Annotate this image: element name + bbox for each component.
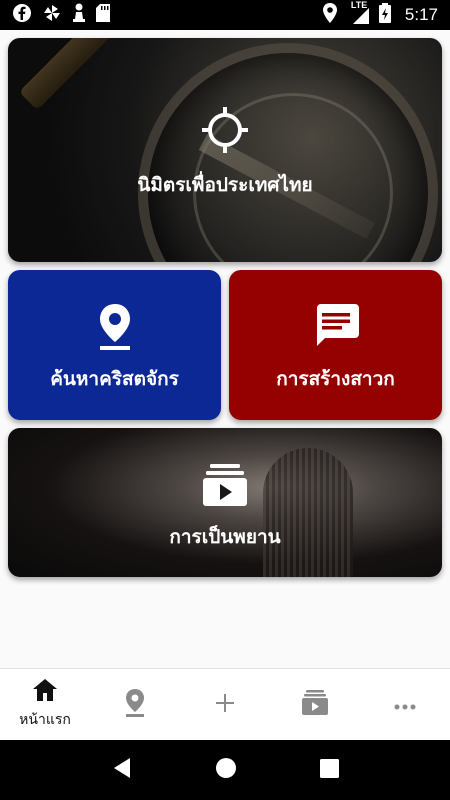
discipleship-card[interactable]: การสร้างสาวก <box>229 270 442 420</box>
status-right: LTE 5:17 <box>322 0 438 27</box>
facebook-icon <box>12 3 32 27</box>
discipleship-label: การสร้างสาวก <box>276 368 395 390</box>
find-church-label: ค้นหาคริสตจักร <box>50 368 179 390</box>
back-icon[interactable] <box>112 757 132 783</box>
witnessing-label: การเป็นพยาน <box>169 526 281 548</box>
vision-thailand-card[interactable]: นิมิตรเพื่อประเทศไทย <box>8 38 442 262</box>
nav-home-label: หน้าแรก <box>19 711 71 728</box>
nav-find-church[interactable] <box>90 669 180 740</box>
chess-pawn-icon <box>72 3 86 27</box>
map-pin-icon <box>125 688 145 721</box>
vision-thailand-label: นิมิตรเพื่อประเทศไทย <box>137 174 313 196</box>
message-icon <box>313 304 359 352</box>
bottom-navigation: หน้าแรก <box>0 668 450 740</box>
pinwheel-icon <box>42 3 62 27</box>
status-left <box>12 3 110 27</box>
clock-time: 5:17 <box>404 5 438 24</box>
home-circle-icon[interactable] <box>215 757 237 783</box>
nav-more[interactable] <box>360 669 450 740</box>
signal-icon: LTE <box>347 0 369 24</box>
system-navigation-bar <box>0 740 450 800</box>
video-library-icon <box>203 464 247 510</box>
battery-icon <box>378 3 391 27</box>
nav-home[interactable]: หน้าแรก <box>0 669 90 740</box>
status-bar: LTE 5:17 <box>0 0 450 30</box>
target-icon <box>201 106 249 158</box>
recents-icon[interactable] <box>319 758 339 782</box>
nav-add[interactable] <box>180 669 270 740</box>
more-horizontal-icon <box>394 695 416 714</box>
location-icon <box>322 3 337 27</box>
nav-media[interactable] <box>270 669 360 740</box>
home-icon <box>33 678 57 705</box>
witnessing-card[interactable]: การเป็นพยาน <box>8 428 442 577</box>
sd-card-icon <box>96 4 110 26</box>
plus-icon <box>215 693 235 717</box>
video-library-icon <box>302 690 328 719</box>
find-church-card[interactable]: ค้นหาคริสตจักร <box>8 270 221 420</box>
map-pin-icon <box>98 304 132 354</box>
